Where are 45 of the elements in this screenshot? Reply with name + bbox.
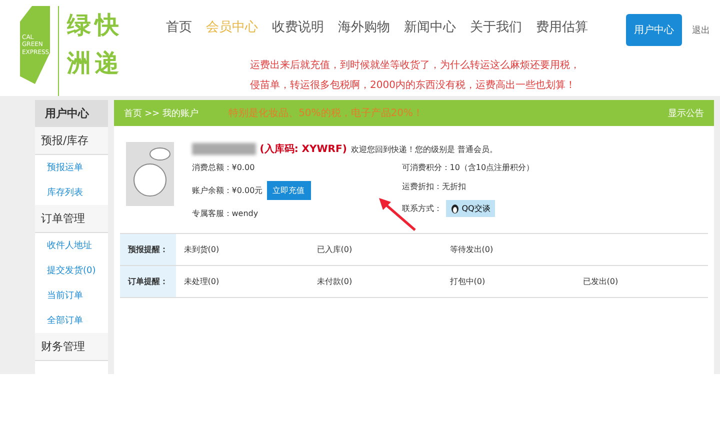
- nav-link[interactable]: 首页: [166, 18, 192, 46]
- notice-text: 侵苗单，转运很多包税啊，2000内的东西没有税，运费高出一些也划算！: [250, 78, 576, 93]
- nav-link[interactable]: 海外购物: [338, 18, 390, 46]
- reminder-item: 已入库(0): [316, 244, 354, 255]
- sidebar-link[interactable]: 预报运单: [35, 155, 108, 180]
- nav-link[interactable]: 费用估算: [536, 18, 588, 46]
- reminder-item: 未付款(0): [316, 276, 354, 287]
- sidebar-section: 预报/库存: [35, 127, 108, 155]
- sidebar-section: 财务管理: [35, 333, 108, 361]
- nav-link[interactable]: 收费说明: [272, 18, 324, 46]
- info-text: 可消费积分：10（含10点注册积分）: [402, 162, 536, 173]
- storage-code: (入库码: XYWRF): [260, 142, 347, 156]
- notice-text: 运费出来后就充值，到时候就坐等收货了，为什么转运这么麻烦还要用税，: [250, 58, 581, 73]
- sidebar-link[interactable]: 当前订单: [35, 283, 108, 308]
- breadcrumb[interactable]: 首页 >> 我的账户: [124, 106, 199, 120]
- reminder-item: 未处理(0): [182, 276, 220, 287]
- reminder-item: 已发出(0): [582, 276, 620, 287]
- nav-link[interactable]: 新闻中心: [404, 18, 456, 46]
- sidebar-link[interactable]: 提交发货(0): [35, 258, 108, 283]
- recharge-button[interactable]: 立即充值: [266, 181, 311, 200]
- reminder-item: 打包中(0): [448, 276, 486, 287]
- sidebar-title: 用户中心: [35, 100, 108, 127]
- info-text: 联系方式：: [402, 203, 442, 214]
- sidebar-link[interactable]: 收件人地址: [35, 233, 108, 258]
- nav-link[interactable]: 关于我们: [470, 18, 522, 46]
- sidebar-link[interactable]: 全部订单: [35, 308, 108, 333]
- reminder-label: 订单提醒：: [120, 266, 176, 297]
- arrow-icon: [376, 198, 417, 232]
- sidebar-link[interactable]: 库存列表: [35, 180, 108, 205]
- sidebar-section: 订单管理: [35, 205, 108, 233]
- logout-link[interactable]: 退出: [692, 14, 710, 37]
- info-text: 消费总额：¥0.00: [192, 162, 256, 173]
- qq-chat-button[interactable]: QQ交谈: [446, 200, 496, 217]
- blurred-name: [192, 143, 256, 155]
- reminder-label: 预报提醒：: [120, 234, 176, 265]
- info-text: 账户余额：¥0.00元: [192, 185, 263, 196]
- announcement-link[interactable]: 显示公告: [668, 106, 704, 120]
- reminder-item: 未到货(0): [182, 244, 220, 255]
- penguin-icon: [450, 204, 459, 214]
- info-text: 专属客服：wendy: [192, 208, 260, 219]
- info-text: 运费折扣：无折扣: [402, 181, 467, 192]
- reminder-item: 等待发出(0): [448, 244, 494, 255]
- notice-text: 特别是化妆品、50%的税，电子产品20%！: [228, 106, 424, 120]
- welcome-text: 欢迎您回到快递！您的级别是 普通会员。: [350, 144, 498, 154]
- user-center-button[interactable]: 用户中心: [626, 14, 682, 46]
